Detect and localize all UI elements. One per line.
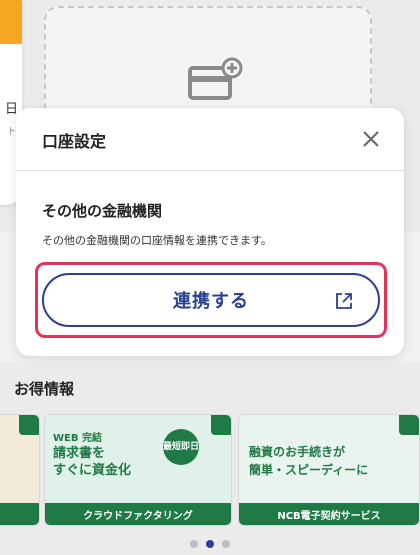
pagination-dot[interactable] [190, 540, 198, 548]
pagination-dot-active[interactable] [206, 540, 214, 548]
promo-banner[interactable] [0, 414, 40, 526]
promo-banner-cloud-factoring[interactable]: WEB 完結 請求書を すぐに資金化 最短即日 クラウドファクタリング [44, 414, 232, 526]
other-institutions-description: その他の金融機関の口座情報を連携できます。 [42, 234, 272, 247]
banner-image: WEB 完結 請求書を すぐに資金化 最短即日 [45, 415, 231, 503]
banner-image: 融資のお手続きが 簡単・スピーディーに [239, 415, 419, 503]
promo-banner-e-contract[interactable]: 融資のお手続きが 簡単・スピーディーに NCB電子契約サービス [238, 414, 420, 526]
banner-headline: 請求書を すぐに資金化 [53, 446, 132, 478]
other-institutions-heading: その他の金融機関 [42, 202, 163, 220]
link-account-button[interactable]: 連携する [42, 273, 380, 327]
external-link-icon [336, 293, 352, 309]
carousel-pagination [0, 540, 420, 548]
close-icon[interactable] [360, 128, 382, 150]
external-link-icon [399, 415, 419, 435]
modal-title: 口座設定 [42, 132, 107, 151]
pagination-dot[interactable] [222, 540, 230, 548]
banner-caption [0, 503, 39, 525]
add-card-icon [188, 57, 243, 100]
otoku-section-title: お得情報 [14, 380, 75, 398]
card-text-fragment-2: ト [6, 127, 16, 137]
banner-tag: WEB 完結 [53, 433, 102, 444]
link-account-button-label: 連携する [173, 291, 249, 312]
card-brand-strip [0, 0, 22, 44]
banner-caption: NCB電子契約サービス [239, 503, 419, 525]
banner-headline: 融資のお手続きが 簡単・スピーディーに [249, 445, 369, 477]
modal-divider [16, 170, 404, 171]
external-link-icon [211, 415, 231, 435]
banner-badge: 最短即日 [163, 429, 199, 465]
account-settings-modal: 口座設定 その他の金融機関 その他の金融機関の口座情報を連携できます。 連携する [16, 108, 404, 356]
external-link-icon [19, 415, 39, 435]
banner-caption: クラウドファクタリング [45, 503, 231, 525]
card-text-fragment: 日 [4, 102, 18, 117]
